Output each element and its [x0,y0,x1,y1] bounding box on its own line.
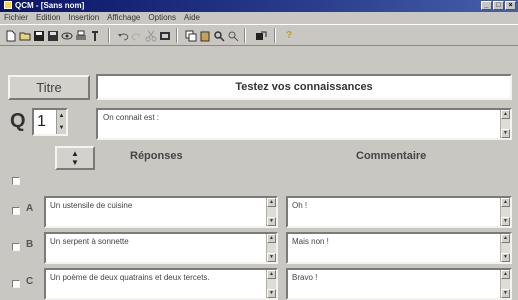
scroll-up-arrow[interactable]: ▲ [267,270,276,279]
answer-a-checkbox[interactable] [12,207,20,215]
save-icon[interactable] [32,29,46,42]
answer-a-reponse-text: Un ustensile de cuisine [50,201,133,210]
paste-icon[interactable] [198,29,212,42]
answer-c-reponse-field[interactable]: Un poème de deux quatrains et deux terce… [44,268,278,300]
answer-b-commentaire-text: Mais non ! [292,237,329,246]
replace-icon[interactable] [226,29,240,42]
answer-b-scrollbar[interactable]: ▲ ▼ [266,234,276,262]
answer-a-reponse-field[interactable]: Un ustensile de cuisine ▲ ▼ [44,196,278,228]
copy-icon[interactable] [184,29,198,42]
answer-b-letter: B [26,239,34,250]
app-icon [4,1,12,9]
new-icon[interactable] [4,29,18,42]
toolbar-separator [244,28,246,43]
scroll-down-arrow[interactable]: ▼ [501,217,510,226]
menu-bar: Fichier Edition Insertion Affichage Opti… [0,12,518,24]
answer-c-scrollbar[interactable]: ▲ ▼ [266,270,276,298]
scroll-down-arrow[interactable]: ▼ [501,289,510,298]
answer-a-scrollbar[interactable]: ▲ ▼ [266,198,276,226]
menu-insertion[interactable]: Insertion [68,12,99,24]
reponses-header: Réponses [130,150,183,162]
answer-c-comment-scrollbar[interactable]: ▲ ▼ [500,270,510,298]
answer-a-comment-scrollbar[interactable]: ▲ ▼ [500,198,510,226]
toolbar-separator [274,28,276,43]
answer-a-letter: A [26,203,34,214]
export-icon[interactable] [254,29,268,42]
answer-b-commentaire-field[interactable]: Mais non ! ▲ ▼ [286,232,512,264]
scroll-down-arrow[interactable]: ▼ [267,253,276,262]
save-all-icon[interactable] [46,29,60,42]
previous-question-arrow-icon[interactable]: ▲ [71,149,79,158]
scroll-down-arrow[interactable]: ▼ [267,217,276,226]
find-icon[interactable] [212,29,226,42]
answer-c-commentaire-text: Bravo ! [292,273,318,282]
answer-c-commentaire-field[interactable]: Bravo ! ▲ ▼ [286,268,512,300]
question-number-spinner[interactable]: ▲ ▼ [56,110,66,134]
scroll-up-arrow[interactable]: ▲ [501,234,510,243]
minimize-button[interactable]: _ [481,1,492,10]
window-controls: _ □ × [481,1,516,10]
scroll-up-arrow[interactable]: ▲ [267,198,276,207]
help-icon[interactable]: ? [282,29,296,42]
select-all-checkbox[interactable] [12,177,20,185]
answer-c-letter: C [26,276,34,287]
scroll-up-arrow[interactable]: ▲ [501,270,510,279]
question-number-input[interactable]: 1 ▲ ▼ [32,108,68,136]
titre-input[interactable]: Testez vos connaissances [96,74,512,100]
question-letter: Q [10,110,26,132]
menu-fichier[interactable]: Fichier [4,12,28,24]
title-bar: QCM - [Sans nom] _ □ × [0,0,518,12]
insert-icon[interactable] [88,29,102,42]
scroll-down-arrow[interactable]: ▼ [501,129,510,138]
answer-a-commentaire-field[interactable]: Oh ! ▲ ▼ [286,196,512,228]
answer-a-commentaire-text: Oh ! [292,201,308,210]
question-text-field[interactable]: On connait est : ▲ ▼ [96,108,512,140]
cut-icon[interactable] [144,29,158,42]
scroll-down-arrow[interactable]: ▼ [267,289,276,298]
window-title: QCM - [Sans nom] [15,1,85,10]
answer-b-reponse-field[interactable]: Un serpent à sonnette ▲ ▼ [44,232,278,264]
scroll-up-arrow[interactable]: ▲ [501,198,510,207]
menu-options[interactable]: Options [148,12,176,24]
maximize-button[interactable]: □ [493,1,504,10]
undo-icon[interactable] [116,29,130,42]
preview-icon[interactable] [60,29,74,42]
close-button[interactable]: × [505,1,516,10]
answer-c-reponse-text: Un poème de deux quatrains et deux terce… [50,273,210,282]
toolbar-separator [108,28,110,43]
answer-c-checkbox[interactable] [12,280,20,288]
answer-b-checkbox[interactable] [12,243,20,251]
answer-b-comment-scrollbar[interactable]: ▲ ▼ [500,234,510,262]
next-question-arrow-icon[interactable]: ▼ [71,158,79,167]
commentaire-header: Commentaire [356,150,427,162]
scroll-up-arrow[interactable]: ▲ [501,110,510,119]
answer-b-reponse-text: Un serpent à sonnette [50,237,129,246]
question-text: On connait est : [103,113,160,122]
menu-edition[interactable]: Edition [36,12,60,24]
titre-label: Titre [8,75,90,100]
scroll-down-arrow[interactable]: ▼ [501,253,510,262]
menu-aide[interactable]: Aide [184,12,200,24]
media-icon[interactable] [158,29,172,42]
question-number-value: 1 [37,113,46,130]
menu-affichage[interactable]: Affichage [107,12,140,24]
toolbar: ? [0,24,518,46]
toolbar-separator [176,28,178,43]
question-navigation-spinner[interactable]: ▲ ▼ [55,146,95,170]
redo-icon[interactable] [130,29,144,42]
scroll-up-arrow[interactable]: ▲ [267,234,276,243]
print-icon[interactable] [74,29,88,42]
open-icon[interactable] [18,29,32,42]
question-scrollbar[interactable]: ▲ ▼ [500,110,510,138]
